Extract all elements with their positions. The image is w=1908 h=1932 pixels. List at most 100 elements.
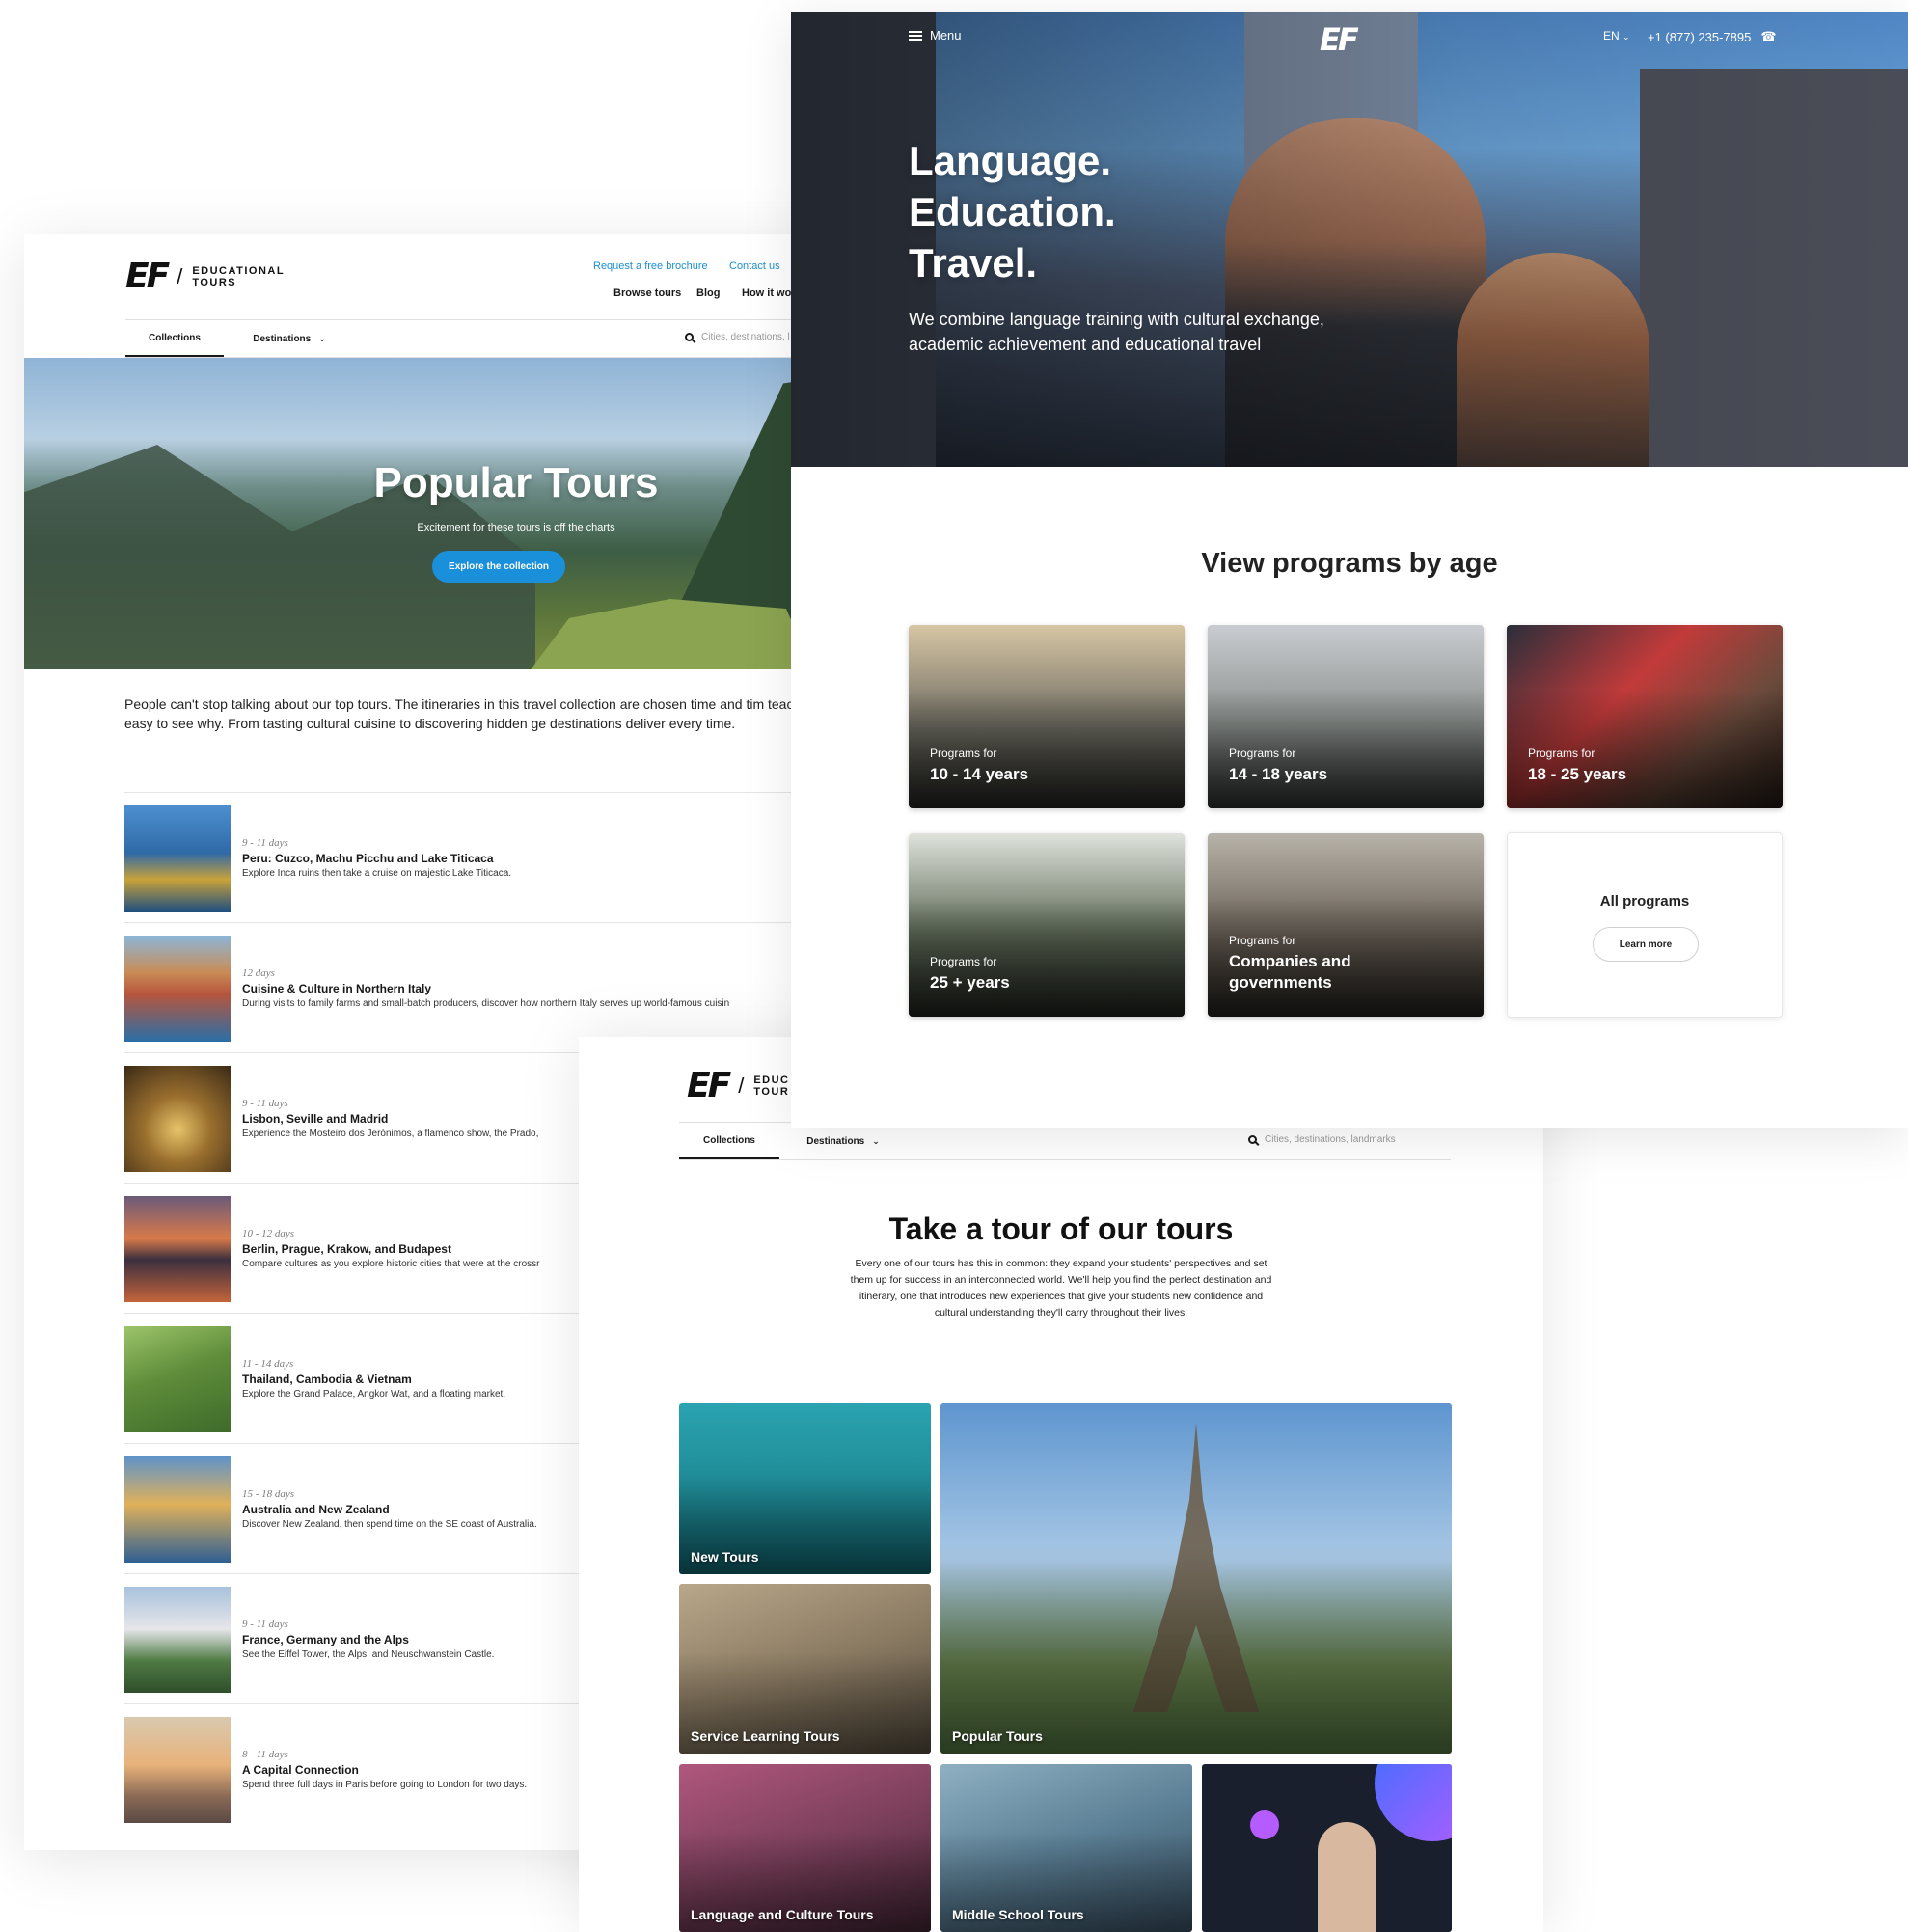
tab-collections[interactable]: Collections [125,320,224,357]
card-caption: Programs for [1229,934,1296,947]
tour-thumbnail[interactable] [124,1717,231,1823]
tab-destinations[interactable]: Destinations ⌄ [241,320,338,357]
ef-logo-mark: EF [125,257,170,296]
tour-duration: 9 - 11 days [242,1098,288,1109]
tile-language-culture-tours[interactable]: Language and Culture Tours [679,1764,931,1932]
explore-collection-button[interactable]: Explore the collection [432,551,565,583]
contact-us-link[interactable]: Contact us [729,260,780,272]
logo-line-2: TOUR [753,1086,790,1098]
headline-line: Language. [909,138,1112,183]
tour-description: Compare cultures as you explore historic… [242,1259,540,1269]
programs-section-title: View programs by age [1201,548,1498,579]
tour-duration: 12 days [242,967,275,979]
tour-collections-page: EF / EDUC TOUR Collections Destinations … [579,1037,1543,1932]
card-title: Companies and governments [1229,952,1351,992]
learn-more-button[interactable]: Learn more [1593,927,1699,962]
tour-description: Discover New Zealand, then spend time on… [242,1519,537,1530]
section-description: Every one of our tours has this in commo… [850,1258,1272,1319]
tour-title[interactable]: Lisbon, Seville and Madrid [242,1112,388,1126]
phone-number: +1 (877) 235-7895 [1648,29,1752,44]
browse-tours-link[interactable]: Browse tours [613,287,681,299]
decorative-circle-small [1250,1810,1279,1839]
tab-collections[interactable]: Collections [679,1123,779,1159]
tab-destinations-label: Destinations [806,1135,865,1147]
section-title: Take a tour of our tours [888,1211,1234,1246]
tour-description: See the Eiffel Tower, the Alps, and Neus… [242,1649,495,1660]
logo-divider: / [738,1074,745,1098]
search-input[interactable]: Cities, destinations, l [685,332,790,342]
tour-thumbnail[interactable] [124,1456,231,1563]
phone-icon: ☎ [1760,29,1777,43]
decorative-circle-large [1375,1764,1452,1841]
ef-educational-tours-logo[interactable]: EF / EDUC TOUR [687,1069,789,1103]
tour-duration: 10 - 12 days [242,1228,295,1239]
tile-label: New Tours [691,1549,759,1565]
program-card-14-18[interactable]: Programs for 14 - 18 years [1208,625,1484,808]
tour-title[interactable]: A Capital Connection [242,1763,359,1777]
search-placeholder: Cities, destinations, landmarks [1265,1134,1396,1145]
search-input[interactable]: Cities, destinations, landmarks [1248,1134,1396,1145]
hamburger-icon [909,30,922,41]
blog-link[interactable]: Blog [696,287,720,299]
card-caption: Programs for [1229,747,1296,760]
tour-description: During visits to family farms and small-… [242,998,730,1009]
headline-line: Travel. [909,240,1038,286]
search-icon [685,333,694,341]
card-caption: Programs for [930,955,997,968]
chevron-down-icon: ⌄ [318,333,326,343]
tile-service-learning-tours[interactable]: Service Learning Tours [679,1584,931,1754]
logo-wordmark: EDUCATIONAL TOURS [192,265,285,288]
tour-title[interactable]: Thailand, Cambodia & Vietnam [242,1373,412,1386]
tour-description: Spend three full days in Paris before go… [242,1780,528,1790]
menu-label: Menu [930,28,962,42]
logo-line-1: EDUCATIONAL [192,265,286,277]
ef-logo[interactable]: EF [1320,21,1359,58]
program-card-25-plus[interactable]: Programs for 25 + years [909,833,1185,1017]
tour-title[interactable]: Australia and New Zealand [242,1503,390,1516]
tour-title[interactable]: France, Germany and the Alps [242,1633,409,1646]
tour-duration: 11 - 14 days [242,1358,294,1370]
card-title: 10 - 14 years [930,765,1029,783]
tile-speaker[interactable] [1202,1764,1452,1932]
program-card-companies[interactable]: Programs for Companies and governments [1208,833,1484,1017]
all-programs-card[interactable]: All programs Learn more [1507,832,1783,1018]
card-caption: Programs for [930,747,997,760]
hero-headline: Language. Education. Travel. [909,135,1116,288]
tour-thumbnail[interactable] [124,1587,231,1693]
tour-description: Explore the Grand Palace, Angkor Wat, an… [242,1389,506,1400]
tile-new-tours[interactable]: New Tours [679,1403,931,1574]
tile-popular-tours[interactable]: Popular Tours [940,1403,1452,1754]
tour-thumbnail[interactable] [124,1066,231,1172]
tour-thumbnail[interactable] [124,1196,231,1302]
language-selector[interactable]: EN ⌄ [1603,29,1630,42]
logo-line-1: EDUC [753,1075,790,1086]
ef-home-page: Menu EF EN ⌄ +1 (877) 235-7895 ☎ Languag… [791,12,1908,1128]
language-label: EN [1603,29,1620,42]
card-title: 25 + years [930,973,1010,992]
tour-title[interactable]: Berlin, Prague, Krakow, and Budapest [242,1242,451,1256]
menu-button[interactable]: Menu [909,28,962,42]
tab-destinations-label: Destinations [253,333,312,344]
request-brochure-link[interactable]: Request a free brochure [593,260,708,272]
tour-thumbnail[interactable] [124,805,231,912]
tile-label: Service Learning Tours [691,1728,840,1744]
how-it-works-link[interactable]: How it wo [742,287,791,299]
logo-line-2: TOURS [192,277,237,288]
tour-title[interactable]: Peru: Cuzco, Machu Picchu and Lake Titic… [242,852,494,865]
phone-link[interactable]: +1 (877) 235-7895 ☎ [1648,29,1777,44]
tile-middle-school-tours[interactable]: Middle School Tours [940,1764,1192,1932]
tab-destinations[interactable]: Destinations ⌄ [795,1123,891,1159]
tile-label: Middle School Tours [952,1907,1084,1922]
program-card-18-25[interactable]: Programs for 18 - 25 years [1507,625,1783,808]
tour-thumbnail[interactable] [124,936,231,1042]
logo-wordmark: EDUC TOUR [753,1075,789,1098]
ef-educational-tours-logo[interactable]: EF / EDUCATIONAL TOURS [125,259,285,294]
tour-title[interactable]: Cuisine & Culture in Northern Italy [242,982,431,995]
headline-line: Education. [909,189,1116,234]
chevron-down-icon: ⌄ [872,1135,880,1146]
tour-thumbnail[interactable] [124,1326,231,1432]
program-card-10-14[interactable]: Programs for 10 - 14 years [909,625,1185,808]
tour-duration: 15 - 18 days [242,1488,295,1500]
card-title: 18 - 25 years [1528,765,1627,783]
ef-logo-mark: EF [687,1066,731,1105]
